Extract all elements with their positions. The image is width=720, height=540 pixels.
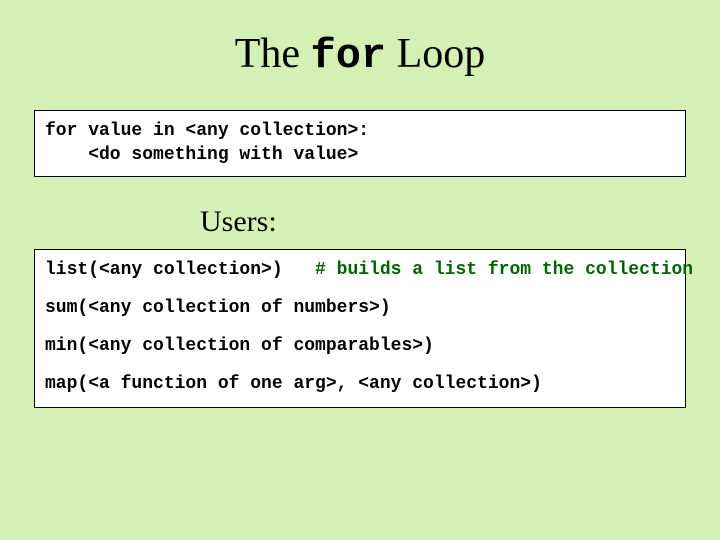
slide-title: The for Loop — [0, 0, 720, 100]
title-keyword: for — [311, 32, 387, 80]
users-sum-row: sum(<any collection of numbers>) — [45, 296, 675, 320]
title-post: Loop — [386, 31, 485, 77]
users-min-row: min(<any collection of comparables>) — [45, 334, 675, 358]
syntax-line-1: for value in <any collection>: — [45, 119, 675, 143]
users-list-call: list(<any collection>) — [45, 260, 283, 280]
slide: The for Loop for value in <any collectio… — [0, 0, 720, 540]
users-list-row: list(<any collection>) # builds a list f… — [45, 258, 675, 282]
users-heading: Users: — [200, 205, 720, 239]
users-list-comment: # builds a list from the collection — [315, 260, 693, 280]
syntax-line-2: <do something with value> — [45, 143, 675, 167]
users-map-row: map(<a function of one arg>, <any collec… — [45, 372, 675, 396]
title-pre: The — [235, 31, 311, 77]
users-list-pad — [283, 260, 315, 280]
users-box: list(<any collection>) # builds a list f… — [34, 249, 686, 408]
syntax-box: for value in <any collection>: <do somet… — [34, 110, 686, 177]
